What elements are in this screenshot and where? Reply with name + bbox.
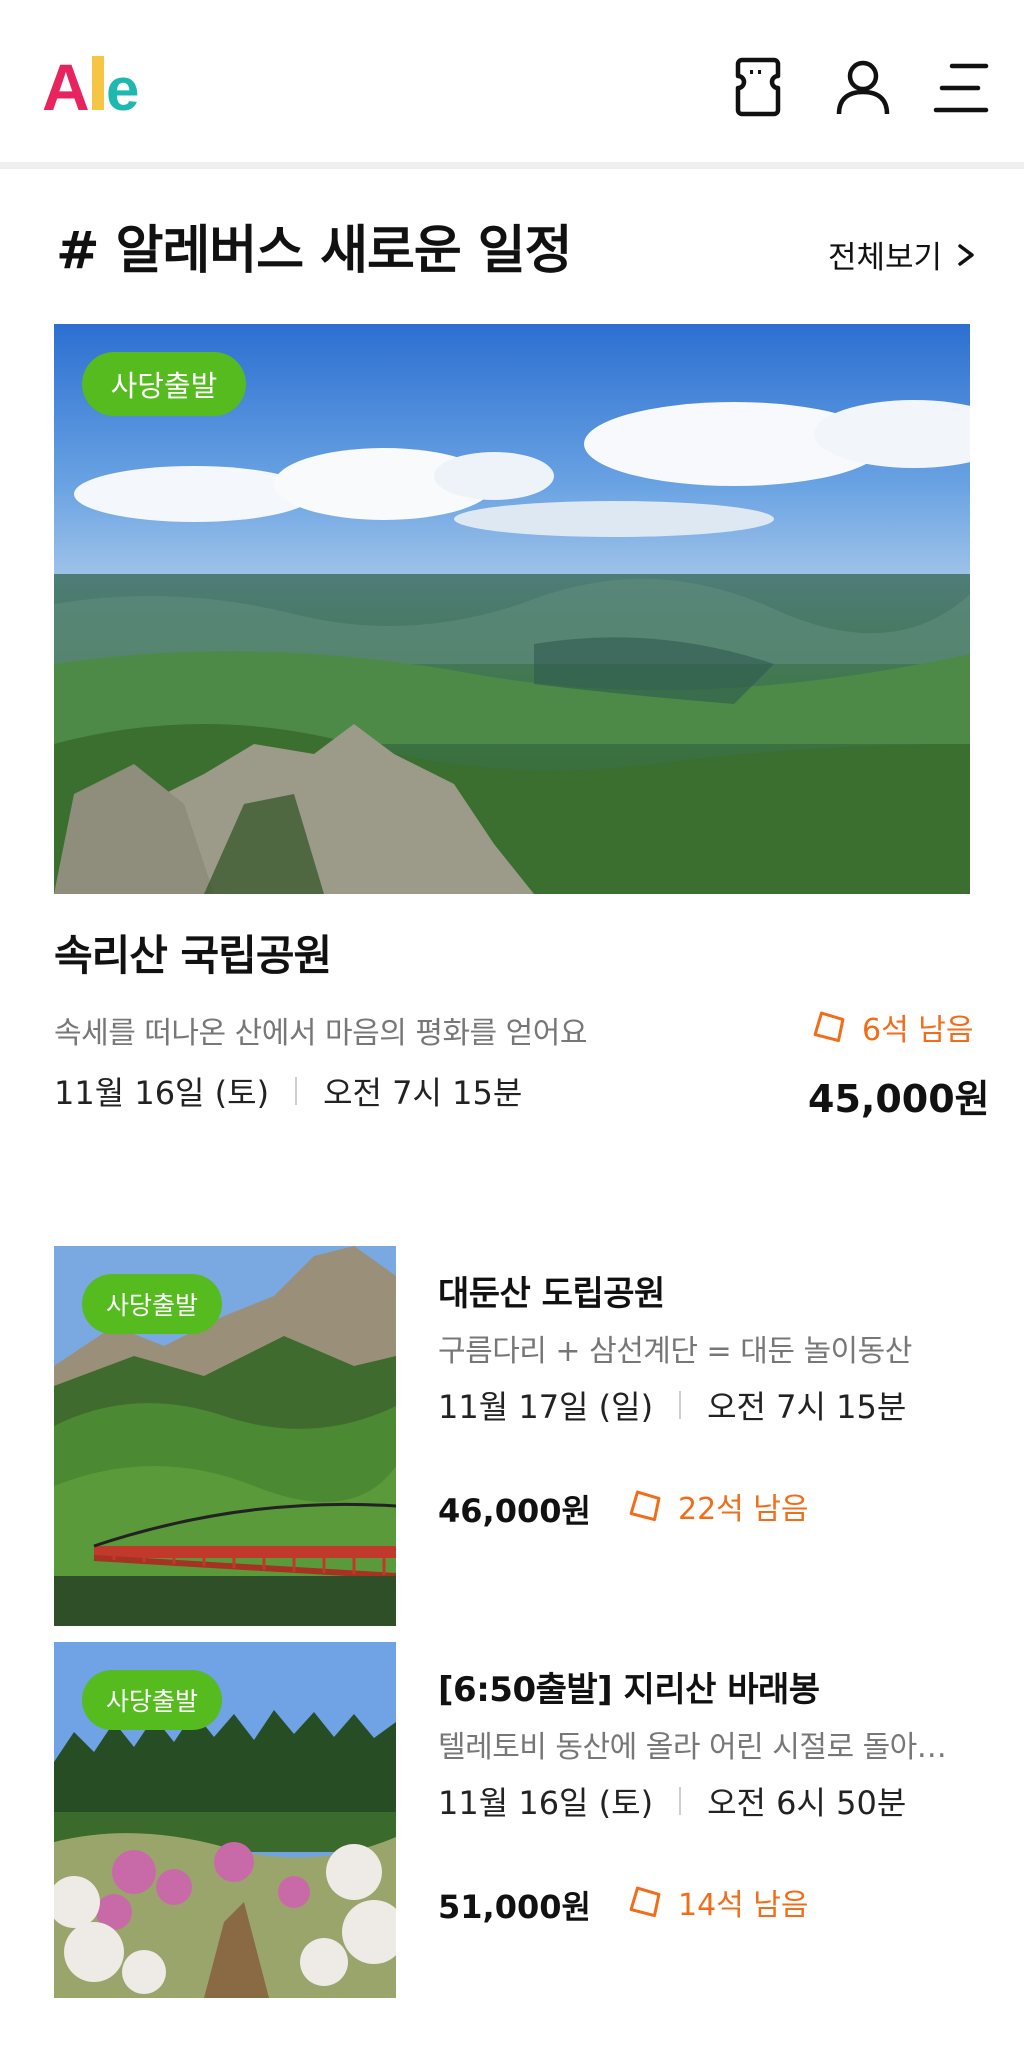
featured-description: 속세를 떠나온 산에서 마음의 평화를 얻어요 (54, 1016, 587, 1051)
departure-badge: 사당출발 (82, 1670, 222, 1730)
header-divider (0, 162, 1024, 169)
profile-button[interactable] (831, 52, 895, 122)
item-description: 구름다리 + 삼선계단 = 대둔 놀이동산 (438, 1334, 912, 1369)
divider (679, 1391, 682, 1419)
trip-time: 오전 7시 15분 (707, 1388, 907, 1426)
featured-datetime: 11월 16일 (토) 오전 7시 15분 (54, 1068, 522, 1114)
item-price: 46,000원 (438, 1492, 591, 1530)
item-title[interactable]: 대둔산 도립공원 (438, 1266, 665, 1315)
svg-text:e: e (106, 56, 139, 116)
item-seats: 14석 남음 (626, 1880, 809, 1924)
ticket-tag-icon (629, 1886, 661, 1918)
app-header: A e (0, 0, 1024, 162)
item-image[interactable]: 사당출발 (54, 1246, 396, 1626)
menu-icon (933, 63, 989, 113)
list-item[interactable]: 사당출발 대둔산 도립공원 구름다리 + 삼선계단 = 대둔 놀이동산 11월 … (54, 1246, 970, 1626)
divider (679, 1787, 682, 1815)
item-image[interactable]: 사당출발 (54, 1642, 396, 1998)
svg-text:A: A (42, 52, 90, 116)
item-title[interactable]: [6:50출발] 지리산 바래봉 (438, 1662, 820, 1711)
departure-badge: 사당출발 (82, 352, 246, 416)
seats-remaining: 14석 남음 (678, 1888, 809, 1923)
ticket-button[interactable] (726, 52, 790, 122)
trip-date: 11월 17일 (일) (438, 1388, 654, 1426)
user-icon (836, 60, 890, 115)
featured-seats: 6석 남음 (810, 1005, 973, 1049)
ticket-icon (735, 57, 781, 117)
featured-title[interactable]: 속리산 국립공원 (54, 922, 332, 983)
item-seats: 22석 남음 (626, 1484, 809, 1528)
divider (295, 1077, 298, 1105)
trip-date: 11월 16일 (토) (54, 1074, 270, 1112)
seats-remaining: 6석 남음 (862, 1013, 974, 1048)
featured-image[interactable]: 사당출발 (54, 324, 970, 894)
chevron-right-icon (958, 243, 974, 266)
ticket-tag-icon (629, 1490, 661, 1522)
featured-price: 45,000원 (808, 1077, 990, 1121)
item-price: 51,000원 (438, 1888, 591, 1926)
ticket-tag-icon (813, 1011, 845, 1043)
item-datetime: 11월 16일 (토) 오전 6시 50분 (438, 1778, 906, 1824)
menu-button[interactable] (928, 52, 992, 122)
list-item[interactable]: 사당출발 [6:50출발] 지리산 바래봉 텔레토비 동산에 올라 어린 시절로… (54, 1642, 970, 1998)
departure-badge: 사당출발 (82, 1274, 222, 1334)
section-title: # 알레버스 새로운 일정 (56, 221, 572, 281)
trip-time: 오전 6시 50분 (707, 1784, 907, 1822)
trip-time: 오전 7시 15분 (323, 1074, 523, 1112)
view-all-label: 전체보기 (828, 240, 943, 276)
seats-remaining: 22석 남음 (678, 1492, 809, 1527)
logo[interactable]: A e (42, 50, 162, 124)
item-datetime: 11월 17일 (일) 오전 7시 15분 (438, 1382, 906, 1428)
view-all-link[interactable]: 전체보기 (828, 232, 976, 277)
item-description: 텔레토비 동산에 올라 어린 시절로 돌아가요 (438, 1730, 970, 1765)
trip-date: 11월 16일 (토) (438, 1784, 654, 1822)
